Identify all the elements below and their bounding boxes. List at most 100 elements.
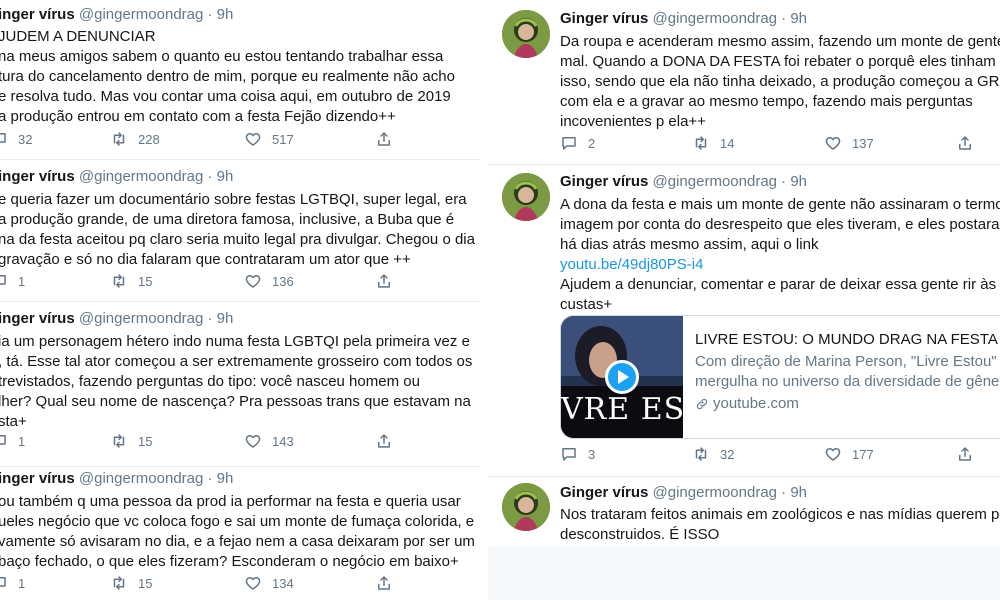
like-button[interactable]: 517 — [244, 130, 294, 148]
tweet-header: Ginger vírus @gingermoondrag · 9h — [560, 10, 808, 27]
author-name[interactable]: Ginger vírus — [560, 10, 648, 27]
reply-count: 1 — [18, 575, 26, 591]
reply-button[interactable]: 3 — [560, 445, 595, 463]
tweet[interactable]: Ginger vírus @gingermoondrag · 9h Nos tr… — [488, 477, 1000, 600]
like-count: 143 — [272, 433, 294, 449]
author-handle[interactable]: @gingermoondrag — [653, 173, 777, 190]
right-timeline: Ginger vírus @gingermoondrag · 9h Da rou… — [488, 0, 1000, 600]
like-icon — [245, 133, 261, 146]
reply-icon — [562, 448, 576, 461]
tweet[interactable]: inger vírus @gingermoondrag · 9h JUDEM A… — [0, 0, 488, 160]
card-thumbnail: VRE ESTO — [561, 316, 683, 438]
reply-count: 1 — [18, 273, 26, 289]
tweet-text-continued: Ajudem a denunciar, comentar e parar de … — [560, 276, 997, 313]
reply-icon — [562, 137, 576, 150]
author-name[interactable]: inger vírus — [0, 470, 75, 487]
tweet-text: Nos trataram feitos animais em zoológico… — [560, 506, 1000, 543]
tweet[interactable]: Ginger vírus @gingermoondrag · 9h A dona… — [488, 165, 1000, 477]
retweet-icon — [113, 434, 125, 448]
share-button[interactable] — [375, 432, 403, 450]
tweet[interactable]: inger vírus @gingermoondrag · 9h ou tamb… — [0, 467, 488, 600]
retweet-count: 228 — [138, 131, 160, 147]
share-icon — [959, 447, 971, 461]
tweet-header: inger vírus @gingermoondrag · 9h — [0, 168, 233, 185]
share-button[interactable] — [956, 134, 984, 152]
reply-button[interactable]: 1 — [0, 432, 25, 450]
tweet[interactable]: inger vírus @gingermoondrag · 9h e queri… — [0, 160, 488, 302]
tweet-header: inger vírus @gingermoondrag · 9h — [0, 470, 233, 487]
play-icon[interactable] — [605, 360, 639, 394]
author-name[interactable]: Ginger vírus — [560, 173, 648, 190]
share-button[interactable] — [375, 130, 403, 148]
tweet-time[interactable]: 9h — [790, 10, 807, 27]
like-count: 134 — [272, 575, 294, 591]
retweet-count: 14 — [720, 135, 735, 151]
like-count: 136 — [272, 273, 294, 289]
author-name[interactable]: inger vírus — [0, 168, 75, 185]
author-handle-time[interactable]: @gingermoondrag · 9h — [79, 310, 233, 327]
share-icon — [378, 274, 390, 288]
like-button[interactable]: 143 — [244, 432, 294, 450]
reply-button[interactable]: 32 — [0, 130, 32, 148]
like-button[interactable]: 136 — [244, 272, 294, 290]
tweet-time[interactable]: 9h — [790, 173, 807, 190]
retweet-icon — [695, 447, 707, 461]
share-icon — [378, 576, 390, 590]
author-handle[interactable]: @gingermoondrag — [653, 484, 777, 501]
reply-button[interactable]: 2 — [560, 134, 595, 152]
like-button[interactable]: 134 — [244, 574, 294, 592]
retweet-button[interactable]: 32 — [692, 445, 734, 463]
reply-icon — [0, 577, 6, 587]
author-name[interactable]: Ginger vírus — [560, 484, 648, 501]
share-icon — [378, 132, 390, 146]
tweet-actions: 1 15 136 — [0, 272, 410, 292]
retweet-icon — [113, 132, 125, 146]
card-title: LIVRE ESTOU: O MUNDO DRAG NA FESTA FEJ — [695, 331, 1000, 348]
share-button[interactable] — [375, 272, 403, 290]
author-name[interactable]: inger vírus — [0, 6, 75, 23]
like-icon — [245, 275, 261, 288]
card-text: LIVRE ESTOU: O MUNDO DRAG NA FESTA FEJ C… — [695, 330, 1000, 414]
like-button[interactable]: 137 — [824, 134, 874, 152]
retweet-button[interactable]: 14 — [692, 134, 734, 152]
reply-button[interactable]: 1 — [0, 272, 25, 290]
author-handle-time[interactable]: @gingermoondrag · 9h — [79, 470, 233, 487]
retweet-icon — [113, 274, 125, 288]
tweet-actions: 3 32 177 — [560, 445, 990, 465]
retweet-button[interactable]: 15 — [110, 432, 152, 450]
tweet-text: JUDEM A DENUNCIAR na meus amigos sabem o… — [0, 28, 455, 125]
retweet-count: 15 — [138, 575, 153, 591]
like-icon — [825, 137, 841, 150]
left-timeline: inger vírus @gingermoondrag · 9h JUDEM A… — [0, 0, 488, 600]
avatar[interactable] — [502, 10, 550, 58]
author-handle-time[interactable]: @gingermoondrag · 9h — [79, 6, 233, 23]
avatar[interactable] — [502, 173, 550, 221]
link-card[interactable]: VRE ESTO LIVRE ESTOU: O MUNDO DRAG NA FE… — [560, 315, 1000, 439]
card-description: Com direção de Marina Person, "Livre Est… — [695, 353, 1000, 390]
tweet-time[interactable]: 9h — [790, 484, 807, 501]
reply-count: 3 — [588, 446, 596, 462]
like-button[interactable]: 177 — [824, 445, 874, 463]
retweet-button[interactable]: 15 — [110, 272, 152, 290]
avatar[interactable] — [502, 483, 550, 531]
retweet-button[interactable]: 228 — [110, 130, 160, 148]
reply-button[interactable]: 1 — [0, 574, 25, 592]
share-button[interactable] — [956, 445, 984, 463]
like-count: 137 — [852, 135, 874, 151]
share-button[interactable] — [375, 574, 403, 592]
author-handle-time[interactable]: @gingermoondrag · 9h — [79, 168, 233, 185]
card-domain: youtube.com — [695, 394, 1000, 414]
retweet-button[interactable]: 15 — [110, 574, 152, 592]
retweet-count: 32 — [720, 446, 735, 462]
tweet-link[interactable]: youtu.be/49dj80PS-i4 — [560, 255, 703, 275]
tweet-actions: 1 15 134 — [0, 574, 410, 594]
author-handle[interactable]: @gingermoondrag — [653, 10, 777, 27]
reply-icon — [0, 275, 6, 285]
author-name[interactable]: inger vírus — [0, 310, 75, 327]
share-icon — [378, 434, 390, 448]
tweet-header: inger vírus @gingermoondrag · 9h — [0, 6, 233, 23]
reply-icon — [0, 133, 6, 143]
tweet-text: ou também q uma pessoa da prod ia perfor… — [0, 493, 475, 570]
tweet[interactable]: inger vírus @gingermoondrag · 9h ia um p… — [0, 302, 488, 467]
tweet[interactable]: Ginger vírus @gingermoondrag · 9h Da rou… — [488, 0, 1000, 165]
